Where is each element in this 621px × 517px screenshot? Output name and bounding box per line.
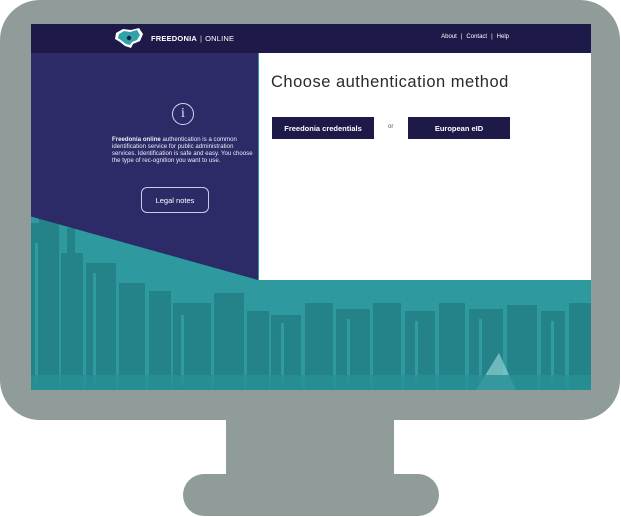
monitor-frame: FREEDONIA | ONLINE About | Contact | Help … — [0, 0, 621, 517]
brand-separator: | — [199, 33, 203, 43]
brand-text: FREEDONIA | ONLINE — [151, 34, 234, 43]
european-eid-button[interactable]: European eID — [408, 117, 510, 139]
page-title: Choose authentication method — [271, 73, 509, 91]
nav-link-about[interactable]: About — [441, 34, 457, 40]
authentication-panel: Choose authentication method Freedonia c… — [259, 53, 591, 280]
brand-suffix: ONLINE — [205, 33, 235, 43]
nav-separator: | — [491, 34, 493, 40]
top-navigation-bar: FREEDONIA | ONLINE About | Contact | Help — [31, 24, 591, 53]
nav-link-help[interactable]: Help — [497, 34, 509, 40]
freedonia-credentials-button[interactable]: Freedonia credentials — [272, 117, 374, 139]
info-description: Freedonia online authentication is a com… — [112, 137, 258, 165]
freedonia-logo-icon — [115, 28, 143, 48]
brand[interactable]: FREEDONIA | ONLINE — [113, 27, 234, 49]
or-label: or — [388, 124, 394, 130]
monitor-stand-base — [183, 474, 439, 516]
legal-notes-button[interactable]: Legal notes — [141, 187, 209, 213]
nav-separator: | — [460, 34, 463, 40]
nav-link-contact[interactable]: Contact — [466, 34, 487, 40]
brand-name: FREEDONIA — [151, 33, 197, 43]
info-icon: i — [172, 103, 194, 125]
info-icon-glyph: i — [181, 106, 185, 121]
top-nav-links: About | Contact | Help — [441, 34, 509, 40]
screen: FREEDONIA | ONLINE About | Contact | Help … — [31, 24, 591, 390]
info-description-lead: Freedonia online — [112, 137, 161, 143]
